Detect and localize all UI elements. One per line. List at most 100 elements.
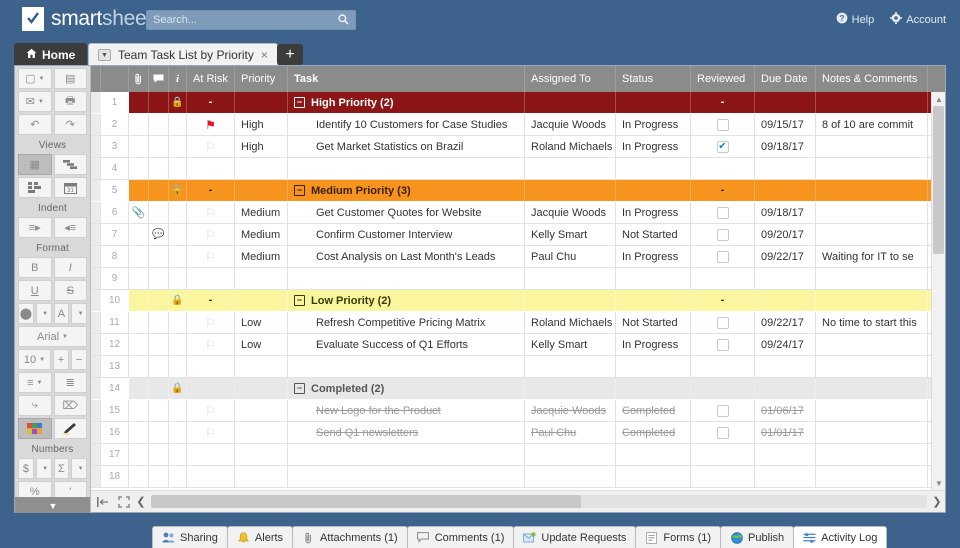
cell-attachment[interactable] [129, 466, 149, 487]
bottom-tab-alerts[interactable]: Alerts [226, 526, 294, 548]
at-risk-flag-icon[interactable]: ⚐ [205, 339, 216, 351]
chevron-down-icon[interactable]: ▼ [98, 49, 111, 61]
bottom-tab-comments-1[interactable]: Comments (1) [406, 526, 515, 548]
row-number[interactable]: 17 [101, 444, 129, 465]
print-icon[interactable]: 🖶 [53, 91, 87, 112]
reviewed-checkbox[interactable] [716, 118, 729, 131]
column-header-status[interactable]: Status [616, 66, 691, 92]
cell-at-risk[interactable]: - [187, 180, 235, 201]
cell-comment[interactable] [149, 356, 169, 377]
cell-notes[interactable] [816, 180, 928, 201]
row-number[interactable]: 15 [101, 400, 129, 421]
column-header-due-date[interactable]: Due Date [755, 66, 816, 92]
cell-notes[interactable] [816, 158, 928, 179]
cell-notes[interactable]: Waiting for IT to se [816, 246, 928, 267]
cell-task[interactable]: Refresh Competitive Pricing Matrix [288, 312, 525, 333]
collapse-toggle-icon[interactable]: − [294, 185, 305, 196]
tab-home[interactable]: Home [14, 43, 88, 66]
cell-status[interactable]: Completed [616, 400, 691, 421]
cell-priority[interactable] [235, 378, 288, 399]
reviewed-checkbox[interactable] [716, 228, 729, 241]
cell-notes[interactable] [816, 136, 928, 157]
row-number[interactable]: 8 [101, 246, 129, 267]
font-family-select[interactable]: Arial ▼ [18, 326, 87, 347]
at-risk-flag-icon[interactable]: ⚐ [205, 427, 216, 439]
cell-assigned[interactable] [525, 356, 616, 377]
sum-icon[interactable]: Σ [53, 458, 70, 479]
cell-reviewed[interactable] [691, 466, 755, 487]
cell-at-risk[interactable]: ⚐ [187, 422, 235, 443]
cell-reviewed[interactable] [691, 158, 755, 179]
cell-due-date[interactable]: 09/15/17 [755, 114, 816, 135]
cell-assigned-to[interactable]: Kelly Smart [525, 224, 616, 245]
underline-icon[interactable]: U [18, 280, 52, 301]
cell-reviewed[interactable] [691, 312, 755, 333]
bottom-tab-attachments-1[interactable]: Attachments (1) [292, 526, 408, 548]
cell-info[interactable] [169, 158, 187, 179]
cell-task[interactable]: Send Q1 newsletters [288, 422, 525, 443]
row-number[interactable]: 9 [101, 268, 129, 289]
cell-task[interactable] [288, 444, 525, 465]
collapse-toggle-icon[interactable]: − [294, 295, 305, 306]
cell-notes[interactable] [816, 400, 928, 421]
cell-comment[interactable] [149, 466, 169, 487]
cell-comment[interactable] [149, 400, 169, 421]
cell-priority[interactable] [235, 268, 288, 289]
lock-column-icon[interactable] [94, 493, 112, 511]
cell-reviewed[interactable]: - [691, 92, 755, 113]
bottom-tab-sharing[interactable]: Sharing [152, 526, 228, 548]
search-input[interactable] [153, 11, 333, 29]
cell-attachment[interactable] [129, 378, 149, 399]
row-number[interactable]: 5 [101, 180, 129, 201]
comment-icon[interactable]: 💬 [152, 229, 164, 240]
cell-priority[interactable] [235, 444, 288, 465]
cell-status[interactable] [616, 180, 691, 201]
cell-notes[interactable] [816, 224, 928, 245]
cell-info[interactable] [169, 136, 187, 157]
column-header-assigned-to[interactable]: Assigned To [525, 66, 616, 92]
reviewed-checkbox[interactable] [716, 250, 729, 263]
row-number[interactable]: 7 [101, 224, 129, 245]
cell-info[interactable]: 🔒 [169, 290, 187, 311]
cell-reviewed[interactable] [691, 444, 755, 465]
cell-status[interactable]: In Progress [616, 136, 691, 157]
at-risk-flag-icon[interactable]: ⚐ [205, 405, 216, 417]
section-row[interactable]: 1 🔒 - − High Priority (2) - [91, 92, 931, 114]
cell-priority[interactable] [235, 158, 288, 179]
cell-notes[interactable] [816, 290, 928, 311]
cell-task[interactable]: − Completed (2) [288, 378, 525, 399]
cell-status[interactable]: Not Started [616, 312, 691, 333]
close-icon[interactable]: × [261, 48, 268, 62]
collapse-toggle-icon[interactable]: − [294, 97, 305, 108]
new-sheet-icon[interactable]: ▢ ▼ [18, 68, 52, 89]
cell-info[interactable] [169, 444, 187, 465]
cell-duedate[interactable] [755, 158, 816, 179]
cell-task[interactable]: − Medium Priority (3) [288, 180, 525, 201]
section-row[interactable]: 10 🔒 - − Low Priority (2) - [91, 290, 931, 312]
cell-comment[interactable] [149, 180, 169, 201]
cell-due-date[interactable]: 09/18/17 [755, 202, 816, 223]
reviewed-checkbox[interactable] [716, 404, 729, 417]
cell-assigned-to[interactable]: Jacquie Woods [525, 400, 616, 421]
cell-atrisk[interactable] [187, 158, 235, 179]
bottom-tab-forms-1[interactable]: Forms (1) [635, 526, 722, 548]
cell-reviewed[interactable] [691, 400, 755, 421]
cell-due-date[interactable]: 09/18/17 [755, 136, 816, 157]
outdent-icon[interactable]: ◂≡ [53, 217, 87, 238]
cell-info[interactable] [169, 334, 187, 355]
fill-color-icon[interactable]: ⬤ [18, 303, 34, 324]
cell-reviewed[interactable]: - [691, 180, 755, 201]
cell-attachment[interactable] [129, 312, 149, 333]
section-row[interactable]: 14 🔒 − Completed (2) [91, 378, 931, 400]
cell-atrisk[interactable] [187, 466, 235, 487]
table-row[interactable]: 15 ⚐ New Logo for the Product Jacquie Woods… [91, 400, 931, 422]
row-number[interactable]: 4 [101, 158, 129, 179]
cell-attachment[interactable] [129, 334, 149, 355]
card-view-icon[interactable] [18, 177, 52, 198]
cell-attachment[interactable] [129, 268, 149, 289]
cell-comment[interactable] [149, 268, 169, 289]
logo[interactable]: smartsheet [22, 7, 152, 31]
account-link[interactable]: Account [890, 12, 946, 27]
cell-task[interactable] [288, 268, 525, 289]
empty-row[interactable]: 9 [91, 268, 931, 290]
